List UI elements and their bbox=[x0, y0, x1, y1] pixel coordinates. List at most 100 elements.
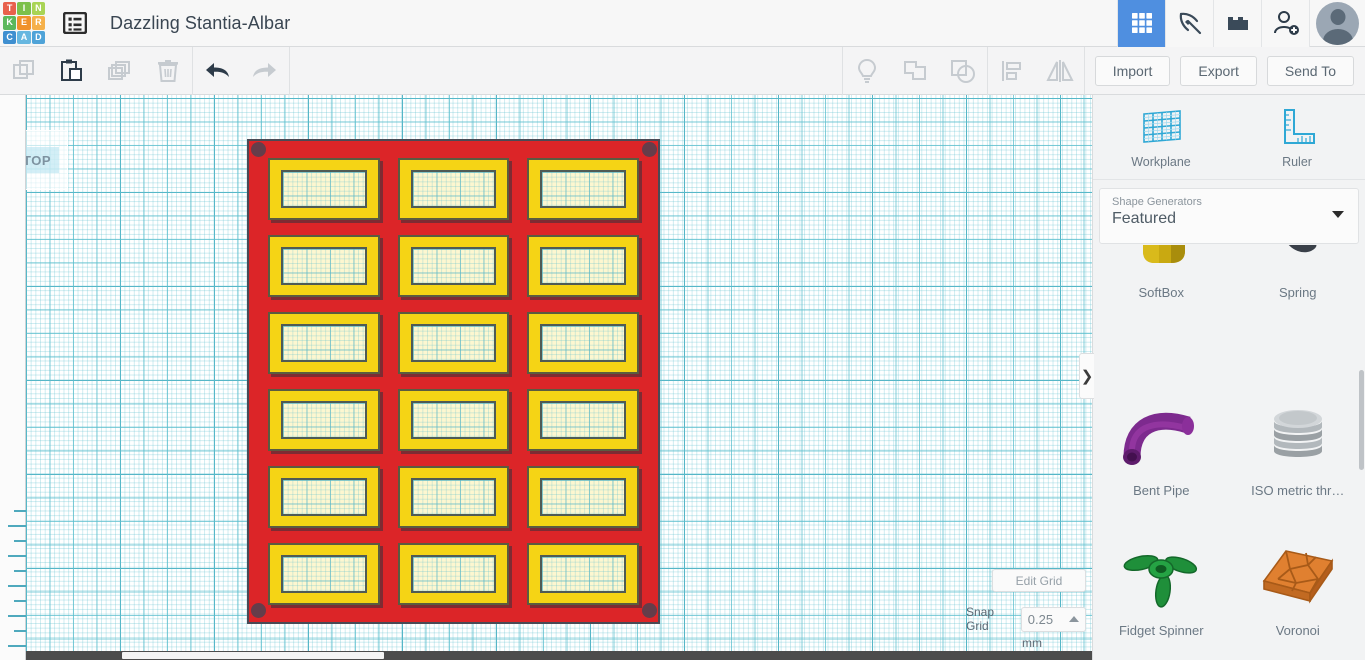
delete-icon[interactable] bbox=[144, 47, 192, 95]
canvas-horizontal-scrollbar[interactable] bbox=[26, 651, 1092, 660]
plate-cell bbox=[397, 466, 510, 528]
invite-person-icon[interactable] bbox=[1261, 0, 1309, 47]
shape-item-label: ISO metric thr… bbox=[1251, 483, 1345, 498]
edit-toolbar: Import Export Send To bbox=[0, 46, 1365, 95]
plate-cell bbox=[527, 158, 639, 220]
edit-grid-button[interactable]: Edit Grid bbox=[992, 569, 1086, 592]
avatar[interactable] bbox=[1309, 0, 1365, 47]
send-to-button[interactable]: Send To bbox=[1266, 55, 1354, 86]
export-button[interactable]: Export bbox=[1180, 55, 1257, 86]
logo-tile-6: C bbox=[3, 30, 17, 44]
logo-tile-0: T bbox=[3, 2, 17, 16]
spring-shape-icon bbox=[1262, 245, 1334, 285]
panel-scrollbar-thumb[interactable] bbox=[1359, 370, 1364, 470]
ungroup-icon[interactable] bbox=[939, 47, 987, 95]
logo-tile-4: E bbox=[17, 16, 31, 30]
plate-cell-hole bbox=[540, 555, 626, 593]
ruler-icon bbox=[1284, 108, 1315, 144]
logo-tile-8: D bbox=[31, 30, 45, 44]
iso-metric-thread-shape-icon bbox=[1258, 391, 1338, 483]
plate-cell-hole bbox=[281, 324, 367, 362]
shape-generators-grid: SoftBox Spring Bent Pipe ISO metric thr…… bbox=[1093, 245, 1365, 654]
duplicate-icon[interactable] bbox=[96, 47, 144, 95]
align-icon[interactable] bbox=[988, 47, 1036, 95]
plate-cell-hole bbox=[540, 324, 626, 362]
import-button[interactable]: Import bbox=[1094, 55, 1171, 86]
plate-cell bbox=[527, 235, 639, 297]
chevron-up-icon bbox=[1069, 615, 1079, 622]
snap-grid-label: Snap Grid bbox=[966, 605, 995, 633]
tinkercad-logo[interactable]: T I N K E R C A D bbox=[2, 1, 46, 45]
shape-item-softbox[interactable]: SoftBox bbox=[1093, 245, 1230, 385]
logo-tile-2: N bbox=[31, 2, 45, 16]
blocks-icon[interactable] bbox=[1213, 0, 1261, 47]
lightbulb-icon[interactable] bbox=[843, 47, 891, 95]
toolbar-divider-5 bbox=[1083, 46, 1085, 95]
resize-handle-top-left[interactable] bbox=[251, 142, 266, 157]
plate-cell-hole bbox=[540, 401, 626, 439]
shape-item-label: Spring bbox=[1278, 285, 1317, 300]
design-tool-icon[interactable] bbox=[1165, 0, 1213, 47]
copy-icon[interactable] bbox=[0, 47, 48, 95]
plate-cell bbox=[527, 389, 639, 451]
shape-generators-label: Shape Generators bbox=[1112, 196, 1202, 208]
plate-cell-hole bbox=[410, 247, 497, 285]
plate-cell bbox=[397, 235, 510, 297]
mirror-icon[interactable] bbox=[1036, 47, 1084, 95]
plate-cell-hole bbox=[281, 555, 367, 593]
shape-item-spring[interactable]: Spring bbox=[1230, 245, 1365, 385]
top-right-actions bbox=[1117, 0, 1365, 47]
plate-cell bbox=[268, 389, 380, 451]
ruler-tool[interactable]: Ruler bbox=[1229, 95, 1365, 179]
workplane-tool[interactable]: Workplane bbox=[1093, 95, 1229, 179]
canvas-left-strip bbox=[0, 95, 26, 660]
design-canvas[interactable]: TOP Edit Grid Snap Grid 0.25 mm bbox=[0, 95, 1092, 660]
shape-item-label: Fidget Spinner bbox=[1118, 623, 1204, 638]
group-icon[interactable] bbox=[891, 47, 939, 95]
plate-cell-hole bbox=[410, 478, 497, 516]
plate-cell bbox=[268, 235, 380, 297]
shape-generators-value: Featured bbox=[1112, 210, 1177, 227]
plate-cell bbox=[527, 543, 639, 605]
page-title: Dazzling Stantia-Albar bbox=[110, 12, 291, 33]
shape-item-label: SoftBox bbox=[1138, 285, 1185, 300]
snap-grid-select[interactable]: 0.25 bbox=[1020, 606, 1086, 632]
ruler-tool-label: Ruler bbox=[1282, 154, 1312, 169]
right-panel: ❯ Workplane Ruler Shape Generators Featu… bbox=[1079, 95, 1365, 660]
shape-item-fidget-spinner[interactable]: Fidget Spinner bbox=[1093, 525, 1230, 654]
snap-grid-value: 0.25 bbox=[1027, 611, 1054, 627]
resize-handle-top-right[interactable] bbox=[642, 142, 657, 157]
canvas-scrollbar-thumb[interactable] bbox=[122, 652, 384, 659]
list-menu-icon[interactable] bbox=[60, 8, 90, 38]
undo-icon[interactable] bbox=[193, 47, 241, 95]
shape-item-voronoi[interactable]: Voronoi bbox=[1230, 525, 1365, 654]
resize-handle-bottom-left[interactable] bbox=[251, 603, 266, 618]
plate-cell bbox=[527, 312, 639, 374]
plate-cell bbox=[268, 312, 380, 374]
apps-grid-icon[interactable] bbox=[1117, 0, 1165, 47]
selected-shape-grid-plate[interactable] bbox=[247, 139, 660, 624]
softbox-shape-icon bbox=[1125, 245, 1197, 285]
shape-item-label: Voronoi bbox=[1275, 623, 1320, 638]
tinkercad-app: T I N K E R C A D Dazzling Stantia-Albar bbox=[0, 0, 1365, 660]
collapse-panel-button[interactable]: ❯ bbox=[1079, 353, 1094, 399]
plate-cell bbox=[397, 543, 510, 605]
shape-generators-select[interactable]: Shape Generators Featured bbox=[1099, 188, 1359, 244]
resize-handle-bottom-right[interactable] bbox=[642, 603, 657, 618]
redo-icon[interactable] bbox=[241, 47, 289, 95]
plate-cell-hole bbox=[540, 170, 626, 208]
voronoi-shape-icon bbox=[1256, 531, 1340, 623]
logo-tile-3: K bbox=[3, 16, 17, 30]
snap-grid-unit: mm bbox=[1022, 636, 1042, 650]
plate-cell bbox=[397, 389, 510, 451]
plate-cell-hole bbox=[410, 401, 497, 439]
shape-item-bent-pipe[interactable]: Bent Pipe bbox=[1093, 385, 1230, 525]
avatar-image bbox=[1316, 1, 1359, 45]
paste-icon[interactable] bbox=[48, 47, 96, 95]
plate-cell-hole bbox=[281, 170, 367, 208]
plate-cell bbox=[527, 466, 639, 528]
plate-cell bbox=[268, 158, 380, 220]
logo-tile-7: A bbox=[17, 30, 31, 44]
plate-cell-hole bbox=[281, 478, 367, 516]
shape-item-iso-metric-thread[interactable]: ISO metric thr… bbox=[1230, 385, 1365, 525]
